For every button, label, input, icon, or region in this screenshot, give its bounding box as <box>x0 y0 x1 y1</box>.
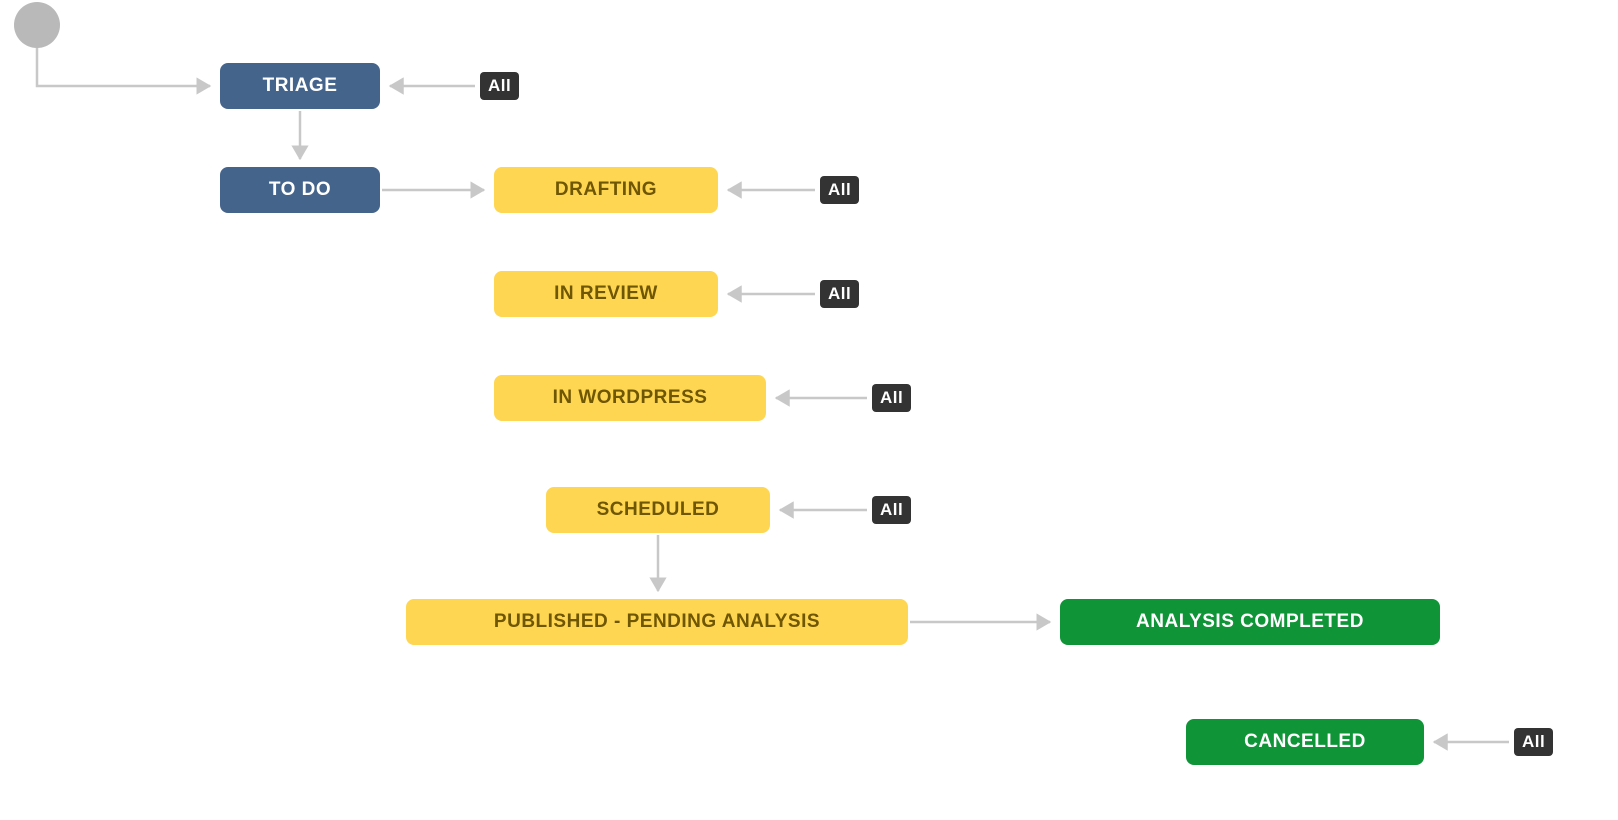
all-chip-in-review[interactable]: All <box>820 280 859 308</box>
connector-layer <box>0 0 1618 820</box>
state-todo[interactable]: TO DO <box>220 167 380 213</box>
all-chip-in-wordpress[interactable]: All <box>872 384 911 412</box>
state-analysis-completed-label: ANALYSIS COMPLETED <box>1136 611 1364 633</box>
all-chip-label: All <box>880 388 903 408</box>
state-drafting[interactable]: DRAFTING <box>494 167 718 213</box>
state-in-review[interactable]: IN REVIEW <box>494 271 718 317</box>
state-triage[interactable]: TRIAGE <box>220 63 380 109</box>
all-chip-label: All <box>488 76 511 96</box>
all-chip-triage[interactable]: All <box>480 72 519 100</box>
state-in-wordpress-label: IN WORDPRESS <box>553 387 708 409</box>
start-node <box>14 2 60 48</box>
all-chip-drafting[interactable]: All <box>820 176 859 204</box>
state-triage-label: TRIAGE <box>263 75 338 97</box>
state-in-wordpress[interactable]: IN WORDPRESS <box>494 375 766 421</box>
all-chip-label: All <box>828 284 851 304</box>
state-cancelled[interactable]: CANCELLED <box>1186 719 1424 765</box>
state-scheduled-label: SCHEDULED <box>597 499 720 521</box>
state-drafting-label: DRAFTING <box>555 179 657 201</box>
all-chip-scheduled[interactable]: All <box>872 496 911 524</box>
all-chip-label: All <box>828 180 851 200</box>
all-chip-label: All <box>1522 732 1545 752</box>
arrow-start-to-triage <box>37 48 210 86</box>
state-scheduled[interactable]: SCHEDULED <box>546 487 770 533</box>
workflow-diagram: TRIAGE All TO DO DRAFTING All IN REVIEW … <box>0 0 1618 820</box>
state-published-pending[interactable]: PUBLISHED - PENDING ANALYSIS <box>406 599 908 645</box>
all-chip-label: All <box>880 500 903 520</box>
state-in-review-label: IN REVIEW <box>554 283 658 305</box>
all-chip-cancelled[interactable]: All <box>1514 728 1553 756</box>
state-todo-label: TO DO <box>269 179 331 201</box>
state-cancelled-label: CANCELLED <box>1244 731 1366 753</box>
state-published-pending-label: PUBLISHED - PENDING ANALYSIS <box>494 611 820 633</box>
state-analysis-completed[interactable]: ANALYSIS COMPLETED <box>1060 599 1440 645</box>
